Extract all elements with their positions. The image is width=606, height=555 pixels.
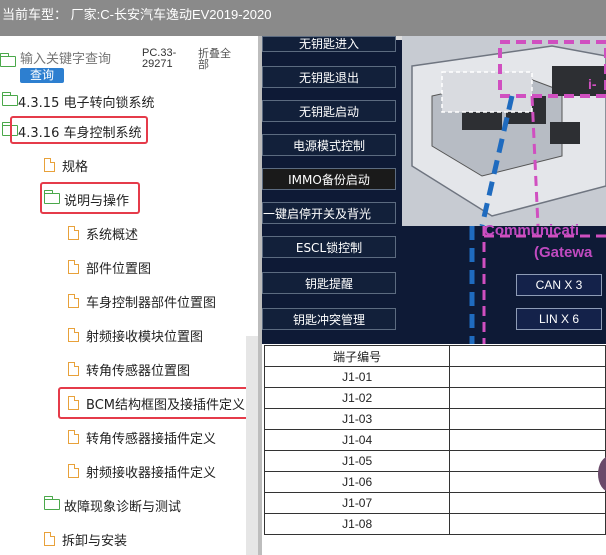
document-icon [68,328,79,342]
vehicle-label: 当前车型： 厂家:C-长安汽车逸动EV2019-2020 [2,7,272,22]
document-icon [68,464,79,478]
table-cell [449,408,606,430]
tree-panel: 查询 PC.33-29271 折叠全部 4.3.15 电子转向锁系统 4.3.1… [0,36,258,555]
tree-item-label: 车身控制器部件位置图 [86,296,217,311]
search-button[interactable]: 查询 [20,68,64,83]
pin-cell: J1-07 [263,492,451,514]
document-icon [68,362,79,376]
table-cell [449,429,606,451]
tree-item-label: 射频接收器接插件定义 [86,466,217,481]
can-bus-box: CAN X 3 [516,274,602,296]
table-row: J1-01 [263,366,606,388]
column-header-pin: 端子编号 [263,345,451,367]
table-row: J1-08 [263,513,606,535]
table-cell [449,492,606,514]
bcm-block-diagram: i- 无钥匙进入 无钥匙退出 无钥匙启动 电源模式控制 IMMO备份启动 一键启… [262,36,606,344]
table-cell [449,513,606,535]
pin-cell: J1-01 [263,366,451,388]
document-icon [44,158,55,172]
tree-item-angle-sensor-connector[interactable]: 转角传感器接插件定义 [0,422,258,452]
table-row: J1-07 [263,492,606,514]
highlight-box [58,387,256,419]
folder-icon [0,53,16,67]
tree-item-label: 故障现象诊断与测试 [64,500,182,515]
content-panel: i- 无钥匙进入 无钥匙退出 无钥匙启动 电源模式控制 IMMO备份启动 一键启… [262,36,606,555]
table-cell [449,450,606,472]
table-row: J1-05 [263,450,606,472]
comm-title-line2: (Gatewa [534,244,593,261]
pin-cell: J1-05 [263,450,451,472]
tree-item-label: 转角传感器位置图 [86,364,191,379]
highlight-box [10,116,148,144]
vehicle-header: 当前车型： 厂家:C-长安汽车逸动EV2019-2020 [0,0,606,36]
document-icon [44,532,55,546]
pin-cell: J1-08 [263,513,451,535]
document-icon [68,430,79,444]
pin-definition-table: 端子编号 J1-01 J1-02 J1-03 J1-04 J1-05 J1-06… [263,345,606,535]
tree-item-component-location[interactable]: 部件位置图 [0,252,258,282]
tree-item-fault-diagnosis[interactable]: 故障现象诊断与测试 [0,490,258,520]
tree-item-angle-sensor-location[interactable]: 转角传感器位置图 [0,354,258,384]
table-header-row: 端子编号 [263,345,606,367]
pin-cell: J1-02 [263,387,451,409]
document-icon [68,260,79,274]
highlight-box [40,182,140,214]
tree-item-rf-receiver-connector[interactable]: 射频接收器接插件定义 [0,456,258,486]
table-row: J1-06 [263,471,606,493]
folder-icon [44,496,60,510]
pin-cell: J1-03 [263,408,451,430]
document-icon [68,294,79,308]
tree-item-label: 射频接收模块位置图 [86,330,204,345]
search-input[interactable] [20,50,138,68]
tree-item-label: 部件位置图 [86,262,152,277]
table-cell [449,387,606,409]
tree-item-removal-installation[interactable]: 拆卸与安装 [0,524,258,554]
table-row: J1-04 [263,429,606,451]
collapse-all-button[interactable]: 折叠全部 [198,48,234,70]
table-cell [449,366,606,388]
folder-icon [2,92,18,106]
tree-item-label: 4.3.15 电子转向锁系统 [18,96,155,111]
document-icon [68,226,79,240]
search-row: 查询 PC.33-29271 折叠全部 [0,46,258,88]
table-cell [449,471,606,493]
tree-item-label: 转角传感器接插件定义 [86,432,217,447]
bus-lines [469,226,606,344]
pin-cell: J1-06 [263,471,451,493]
lin-bus-box: LIN X 6 [516,308,602,330]
tree-item-electronic-steering-lock[interactable]: 4.3.15 电子转向锁系统 [0,86,258,116]
tree-item-bcm-component-location[interactable]: 车身控制器部件位置图 [0,286,258,316]
table-row: J1-03 [263,408,606,430]
tree-item-label: 规格 [62,160,89,175]
tree-item-rf-module-location[interactable]: 射频接收模块位置图 [0,320,258,350]
tree-item-system-overview[interactable]: 系统概述 [0,218,258,248]
tree-item-label: 拆卸与安装 [62,534,128,549]
tree-scrollbar[interactable] [246,336,258,555]
comm-title-line1: Communicati [484,222,580,239]
table-row: J1-02 [263,387,606,409]
tree-item-label: 系统概述 [86,228,139,243]
column-header-blank [449,345,606,367]
part-code: PC.33-29271 [142,47,177,70]
pin-cell: J1-04 [263,429,451,451]
tree-item-specs[interactable]: 规格 [0,150,258,180]
